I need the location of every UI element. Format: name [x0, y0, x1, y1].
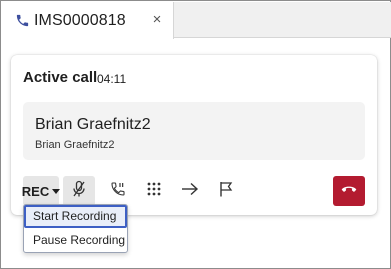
call-timer: 04:11 — [97, 72, 127, 86]
tab-label: IMS0000818 — [34, 11, 126, 29]
pause-recording-menu-item[interactable]: Pause Recording — [24, 229, 127, 252]
active-call-title: Active call — [23, 69, 98, 86]
transfer-button[interactable] — [175, 176, 205, 206]
keypad-button[interactable] — [139, 176, 169, 206]
hold-button[interactable] — [103, 176, 133, 206]
keypad-icon — [146, 181, 162, 202]
caret-down-icon — [52, 188, 61, 194]
phone-icon — [14, 13, 30, 29]
call-controls: REC — [21, 176, 365, 206]
flag-button[interactable] — [211, 176, 241, 206]
tab-bar: IMS0000818 × — [2, 2, 391, 39]
mute-microphone-icon — [71, 180, 87, 203]
hang-up-button[interactable] — [333, 176, 365, 206]
caller-name: Brian Graefnitz2 — [35, 116, 151, 133]
rec-label: REC — [21, 183, 50, 199]
caller-subtitle: Brian Graefnitz2 — [35, 139, 115, 151]
close-tab-icon[interactable]: × — [149, 11, 165, 29]
flag-icon — [219, 181, 233, 202]
active-call-card: Active call 04:11 Brian Graefnitz2 Brian… — [11, 55, 377, 215]
hang-up-icon — [341, 182, 357, 200]
transfer-arrow-icon — [181, 182, 199, 201]
recording-menu: Start Recording Pause Recording — [23, 204, 128, 253]
hold-icon — [110, 181, 126, 202]
softphone-window: IMS0000818 × Active call 04:11 Brian Gra… — [0, 0, 391, 269]
rec-dropdown-button[interactable]: REC — [21, 176, 61, 206]
start-recording-menu-item[interactable]: Start Recording — [24, 205, 127, 228]
tab-call[interactable]: IMS0000818 × — [2, 2, 174, 39]
caller-panel: Brian Graefnitz2 Brian Graefnitz2 — [23, 102, 365, 160]
mute-button[interactable] — [63, 176, 95, 206]
